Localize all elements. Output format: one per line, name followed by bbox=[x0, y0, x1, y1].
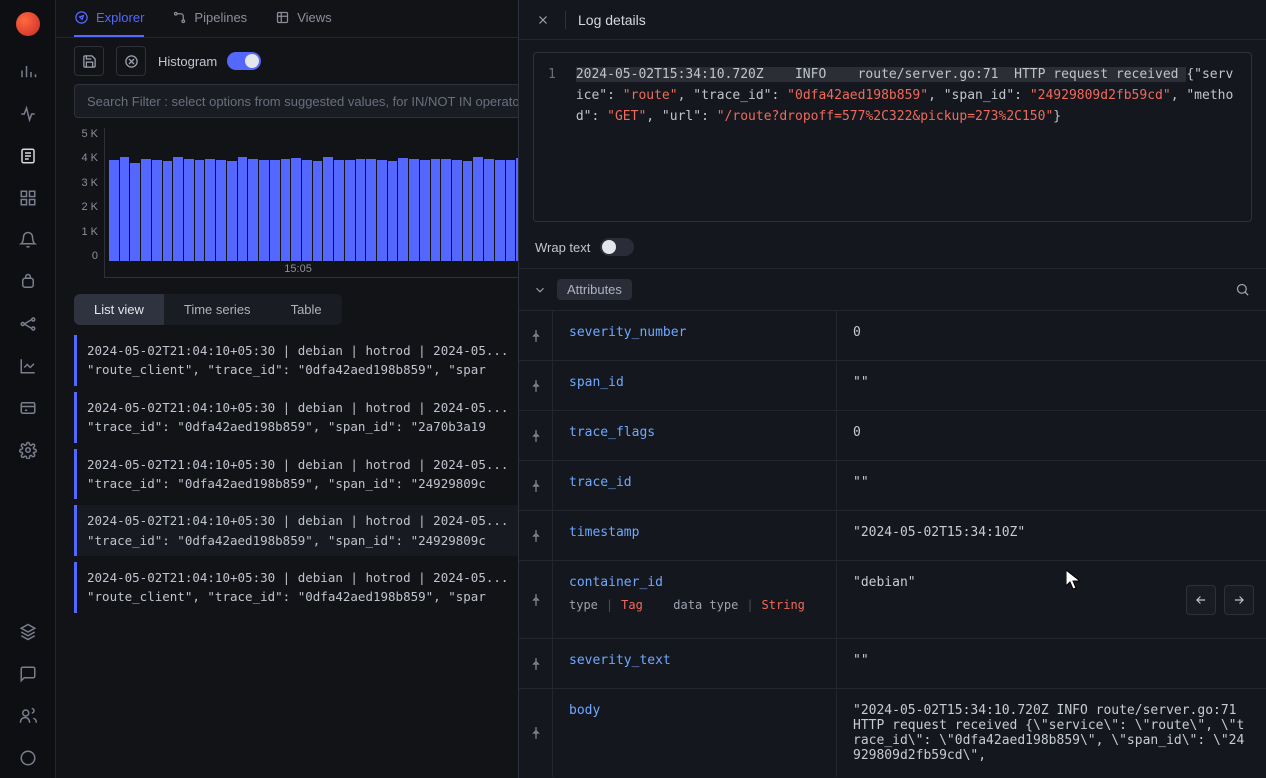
attribute-row: span_id"" bbox=[519, 360, 1266, 410]
attribute-value: 0 bbox=[837, 411, 1266, 460]
histogram-label: Histogram bbox=[158, 54, 217, 69]
attributes-badge: Attributes bbox=[557, 279, 632, 300]
attribute-key: container_idtype|Tag data type|String bbox=[553, 561, 837, 638]
nav-services-icon[interactable] bbox=[16, 312, 40, 336]
line-number: 1 bbox=[548, 65, 556, 209]
wrap-text-toggle[interactable] bbox=[600, 238, 634, 256]
pin-icon[interactable] bbox=[519, 411, 553, 460]
pin-icon[interactable] bbox=[519, 639, 553, 688]
attribute-value: "2024-05-02T15:34:10Z" bbox=[837, 511, 1266, 560]
attribute-row: timestamp"2024-05-02T15:34:10Z" bbox=[519, 510, 1266, 560]
left-sidebar bbox=[0, 0, 56, 778]
nav-logs-icon[interactable] bbox=[16, 144, 40, 168]
tab-views-label: Views bbox=[297, 10, 331, 25]
arrow-left-icon[interactable] bbox=[1186, 585, 1216, 615]
search-icon[interactable] bbox=[1235, 282, 1250, 297]
nav-traces-icon[interactable] bbox=[16, 102, 40, 126]
pin-icon[interactable] bbox=[519, 511, 553, 560]
drawer-title: Log details bbox=[578, 12, 646, 28]
view-segmented: List view Time series Table bbox=[74, 294, 342, 325]
attribute-key: severity_number bbox=[553, 311, 837, 360]
attribute-key: trace_id bbox=[553, 461, 837, 510]
attribute-row: container_idtype|Tag data type|String"de… bbox=[519, 560, 1266, 638]
nav-alerts-icon[interactable] bbox=[16, 228, 40, 252]
nav-usage-icon[interactable] bbox=[16, 354, 40, 378]
nav-chat-icon[interactable] bbox=[16, 662, 40, 686]
compass-icon bbox=[74, 10, 89, 25]
tab-pipelines-label: Pipelines bbox=[194, 10, 247, 25]
nav-settings-icon[interactable] bbox=[16, 438, 40, 462]
arrow-right-icon[interactable] bbox=[1224, 585, 1254, 615]
nav-metrics-icon[interactable] bbox=[16, 60, 40, 84]
pin-icon[interactable] bbox=[519, 361, 553, 410]
pipeline-icon bbox=[172, 10, 187, 25]
attribute-row: trace_flags0 bbox=[519, 410, 1266, 460]
attribute-row: severity_number0 bbox=[519, 310, 1266, 360]
nav-errors-icon[interactable] bbox=[16, 270, 40, 294]
chevron-down-icon[interactable] bbox=[533, 283, 547, 297]
attribute-key: span_id bbox=[553, 361, 837, 410]
tab-views[interactable]: Views bbox=[275, 0, 331, 37]
attribute-key: trace_flags bbox=[553, 411, 837, 460]
close-icon[interactable] bbox=[533, 10, 553, 30]
nav-help-icon[interactable] bbox=[16, 746, 40, 770]
wrap-text-label: Wrap text bbox=[535, 240, 590, 255]
nav-dashboards-icon[interactable] bbox=[16, 186, 40, 210]
pin-icon[interactable] bbox=[519, 689, 553, 777]
app-logo[interactable] bbox=[16, 12, 40, 36]
attribute-row: trace_id"" bbox=[519, 460, 1266, 510]
view-timeseries-button[interactable]: Time series bbox=[164, 294, 271, 325]
attribute-row: severity_text"" bbox=[519, 638, 1266, 688]
tab-explorer[interactable]: Explorer bbox=[74, 0, 144, 37]
view-list-button[interactable]: List view bbox=[74, 294, 164, 325]
attribute-key: timestamp bbox=[553, 511, 837, 560]
view-table-button[interactable]: Table bbox=[271, 294, 342, 325]
clear-button[interactable] bbox=[116, 46, 146, 76]
histogram-toggle[interactable] bbox=[227, 52, 261, 70]
tab-pipelines[interactable]: Pipelines bbox=[172, 0, 247, 37]
attribute-value: "2024-05-02T15:34:10.720Z INFO route/ser… bbox=[837, 689, 1266, 777]
raw-log-block: 1 2024-05-02T15:34:10.720Z INFO route/se… bbox=[533, 52, 1252, 222]
attribute-value: 0 bbox=[837, 311, 1266, 360]
pin-icon[interactable] bbox=[519, 561, 553, 638]
nav-billing-icon[interactable] bbox=[16, 396, 40, 420]
pin-icon[interactable] bbox=[519, 461, 553, 510]
attribute-key: severity_text bbox=[553, 639, 837, 688]
attribute-row: body"2024-05-02T15:34:10.720Z INFO route… bbox=[519, 688, 1266, 777]
nav-users-icon[interactable] bbox=[16, 704, 40, 728]
attribute-key: body bbox=[553, 689, 837, 777]
views-icon bbox=[275, 10, 290, 25]
attribute-value: "debian" bbox=[837, 561, 1266, 638]
attribute-value: "" bbox=[837, 639, 1266, 688]
tab-explorer-label: Explorer bbox=[96, 10, 144, 25]
log-details-drawer: Log details 1 2024-05-02T15:34:10.720Z I… bbox=[518, 0, 1266, 778]
nav-layers-icon[interactable] bbox=[16, 620, 40, 644]
pin-icon[interactable] bbox=[519, 311, 553, 360]
attribute-value: "" bbox=[837, 461, 1266, 510]
attribute-value: "" bbox=[837, 361, 1266, 410]
save-view-button[interactable] bbox=[74, 46, 104, 76]
